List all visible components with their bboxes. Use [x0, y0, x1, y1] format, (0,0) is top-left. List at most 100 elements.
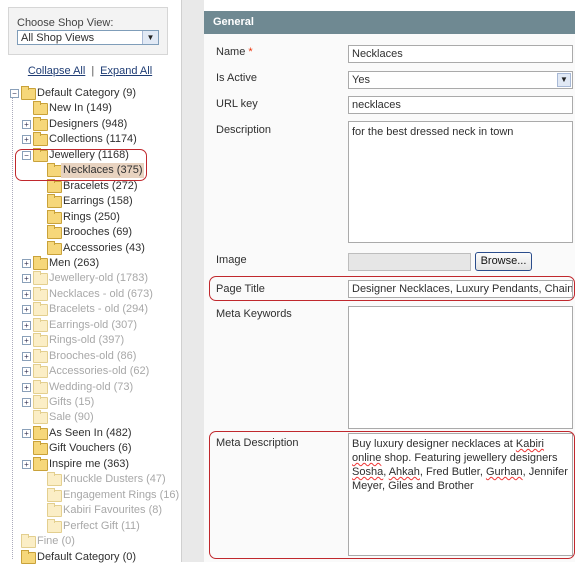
folder-icon [47, 209, 62, 224]
expand-icon[interactable]: + [22, 351, 31, 361]
tree-item-label: As Seen In (482) [49, 426, 132, 439]
tree-item-label: Collections (1174) [49, 133, 137, 146]
tree-item-label: Designers (948) [49, 117, 128, 130]
tree-item-label: Default Category (0) [37, 550, 137, 563]
tree-item-label: Fine (0) [37, 535, 75, 548]
expand-icon[interactable]: + [22, 135, 31, 145]
shop-view-selected: All Shop Views [21, 32, 95, 44]
tree-item-label: Accessories (43) [63, 241, 145, 254]
image-label: Image [216, 254, 247, 266]
chevron-down-icon[interactable]: ▼ [557, 73, 571, 87]
tree-item-label: Rings (250) [63, 210, 120, 223]
image-file-field[interactable] [348, 253, 471, 271]
general-form: Name * Necklaces Is Active Yes ▼ URL key… [204, 34, 575, 562]
browse-button[interactable]: Browse... [475, 252, 532, 271]
tree-controls: Collapse All | Expand All [0, 65, 180, 77]
required-mark: * [248, 46, 253, 58]
folder-icon [33, 348, 48, 363]
is-active-label: Is Active [216, 72, 257, 84]
folder-icon [21, 86, 36, 100]
tree-item-label: Knuckle Dusters (47) [63, 473, 166, 486]
expand-icon[interactable]: + [22, 258, 31, 268]
tree-item-label: Default Category (9) [37, 87, 137, 99]
folder-icon [33, 364, 48, 379]
tree-item-label: Engagement Rings (16) [63, 488, 180, 501]
expand-icon[interactable]: + [22, 398, 31, 407]
expand-icon[interactable]: + [22, 320, 31, 330]
expand-icon[interactable]: + [22, 336, 31, 346]
folder-icon [33, 456, 48, 471]
tree-item-label: Bracelets - old (294) [49, 303, 149, 316]
tree-item-label: Men (263) [49, 256, 100, 269]
tree-item-label: Brooches-old (86) [49, 349, 137, 362]
general-panel: General Name * Necklaces Is Active Yes ▼… [204, 0, 575, 562]
highlight-page-title [209, 276, 575, 301]
folder-icon [21, 534, 36, 549]
expand-icon[interactable]: + [22, 367, 31, 377]
highlight-jewellery-necklaces [15, 149, 147, 181]
meta-keywords-textarea[interactable] [348, 306, 573, 429]
tree-item-label: Wedding-old (73) [49, 380, 134, 393]
folder-icon [33, 271, 48, 286]
tree-item-label: Inspire me (363) [49, 457, 130, 470]
folder-icon [33, 132, 48, 147]
folder-icon [33, 395, 48, 409]
tree-item-label: Gifts (15) [49, 396, 95, 408]
category-sidebar: Choose Shop View: All Shop Views ▼ Colla… [0, 0, 180, 564]
description-label: Description [216, 124, 272, 136]
folder-icon [33, 101, 48, 116]
folder-icon [47, 240, 62, 255]
collapse-icon[interactable]: − [10, 89, 19, 98]
is-active-select[interactable]: Yes ▼ [348, 71, 573, 89]
folder-icon [33, 441, 48, 456]
separator: | [91, 65, 95, 77]
tree-item-label: Necklaces - old (673) [49, 287, 153, 300]
panel-divider[interactable] [181, 0, 204, 562]
tree-item-label: Rings-old (397) [49, 334, 125, 347]
expand-all-link[interactable]: Expand All [100, 65, 152, 77]
name-input[interactable]: Necklaces [348, 45, 573, 63]
folder-icon [33, 255, 48, 270]
tree-item-label: Sale (90) [49, 411, 94, 424]
section-header: General [204, 11, 575, 34]
highlight-meta-description [209, 431, 575, 559]
folder-icon [47, 194, 62, 209]
is-active-value: Yes [352, 74, 370, 86]
folder-icon [33, 286, 48, 301]
folder-icon [47, 225, 62, 240]
name-label: Name * [216, 46, 253, 58]
shop-view-box: Choose Shop View: All Shop Views ▼ [8, 7, 168, 55]
folder-icon [47, 472, 62, 487]
folder-icon [33, 410, 48, 425]
description-textarea[interactable]: for the best dressed neck in town [348, 121, 573, 243]
expand-icon[interactable]: + [22, 459, 31, 469]
collapse-all-link[interactable]: Collapse All [28, 65, 85, 77]
chevron-down-icon[interactable]: ▼ [142, 31, 158, 44]
expand-icon[interactable]: + [22, 428, 31, 438]
expand-icon[interactable]: + [22, 305, 31, 315]
tree-item-label: Gift Vouchers (6) [49, 442, 132, 455]
tree-item-label: Earrings-old (307) [49, 318, 138, 331]
expand-icon[interactable]: + [22, 274, 31, 284]
folder-icon [47, 518, 62, 533]
url-key-label: URL key [216, 98, 258, 110]
folder-icon [47, 503, 62, 518]
folder-icon [47, 487, 62, 502]
tree-item-label: Earrings (158) [63, 195, 133, 208]
tree-item-label: New In (149) [49, 102, 112, 115]
folder-icon [33, 379, 48, 394]
tree-item-label: Perfect Gift (11) [63, 519, 140, 532]
url-key-input[interactable]: necklaces [348, 96, 573, 114]
expand-icon[interactable]: + [22, 382, 31, 392]
tree-item-label: Kabiri Favourites (8) [63, 504, 163, 517]
folder-icon [33, 116, 48, 131]
expand-icon[interactable]: + [22, 289, 31, 299]
shop-view-select[interactable]: All Shop Views ▼ [17, 30, 159, 45]
folder-icon [33, 333, 48, 348]
folder-icon [33, 425, 48, 440]
meta-keywords-label: Meta Keywords [216, 308, 292, 320]
expand-icon[interactable]: + [22, 119, 31, 129]
tree-item-label: Brooches (69) [63, 226, 133, 239]
folder-icon [33, 317, 48, 332]
tree-item-label: Jewellery-old (1783) [49, 272, 149, 285]
